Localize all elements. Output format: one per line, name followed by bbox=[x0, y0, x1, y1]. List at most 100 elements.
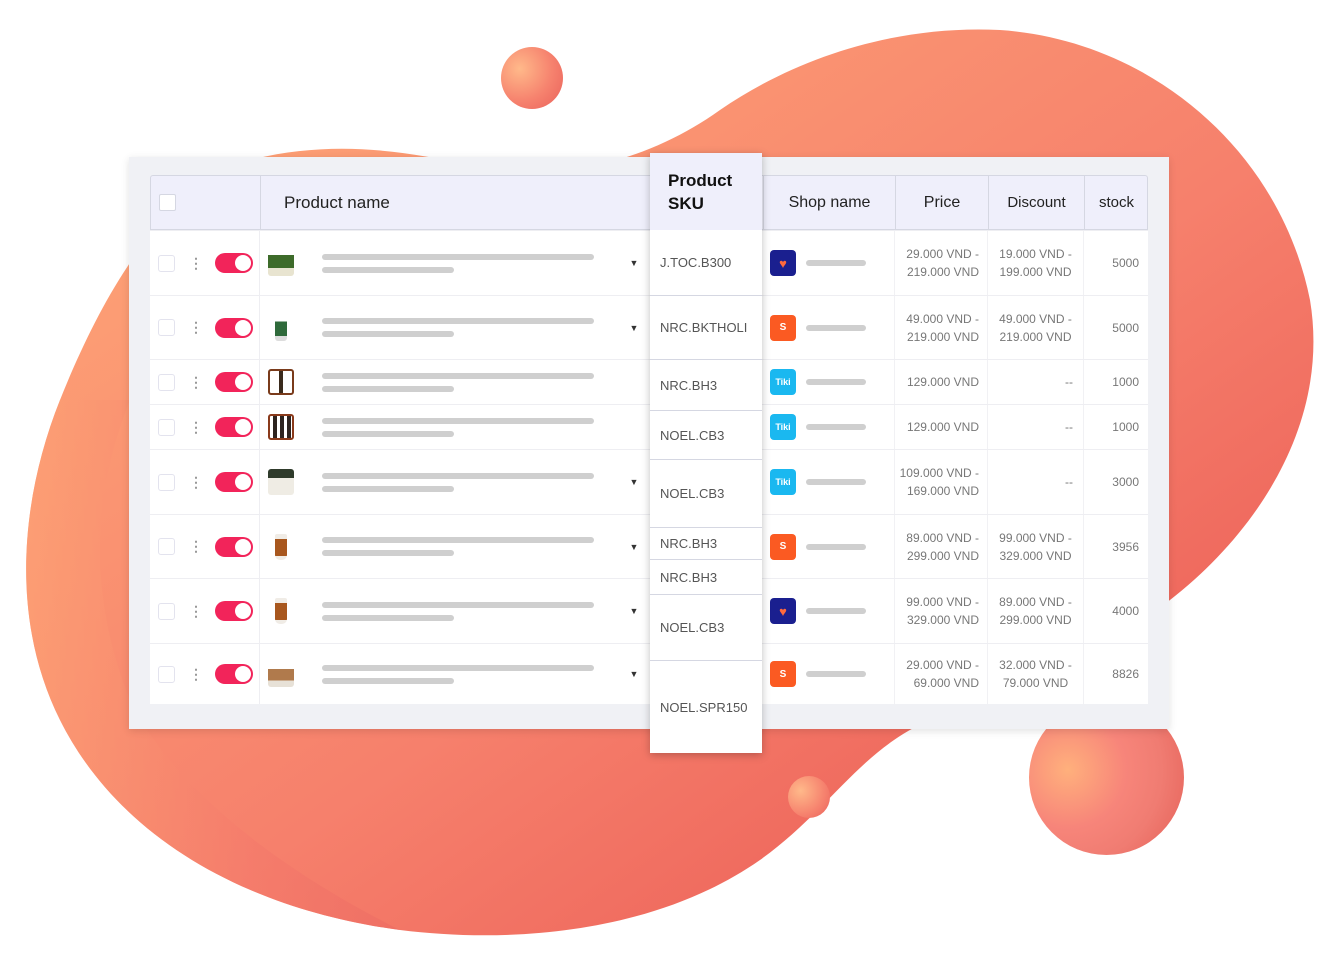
more-options-icon[interactable]: ⋮ bbox=[188, 644, 204, 704]
shopee-logo-icon: S bbox=[770, 314, 796, 341]
placeholder-line bbox=[322, 537, 594, 543]
row-checkbox[interactable] bbox=[158, 254, 175, 272]
row-checkbox[interactable] bbox=[158, 373, 175, 391]
shop-name-placeholder bbox=[806, 379, 866, 385]
enable-toggle[interactable] bbox=[215, 253, 253, 273]
shop-name-cell: S bbox=[770, 296, 894, 359]
discount-cell: 89.000 VND - 299.000 VND bbox=[987, 579, 1083, 643]
product-thumbnail-cell bbox=[266, 579, 296, 643]
discount-cell: -- bbox=[987, 450, 1083, 514]
row-checkbox[interactable] bbox=[158, 418, 175, 436]
shop-name-cell: S bbox=[770, 515, 894, 578]
sku-cell: NOEL.CB3 bbox=[650, 410, 762, 459]
price-cell: 29.000 VND - 219.000 VND bbox=[894, 231, 987, 295]
product-name-placeholder bbox=[322, 579, 597, 643]
sku-cell: NOEL.CB3 bbox=[650, 459, 762, 527]
header-stock[interactable]: stock bbox=[1084, 176, 1148, 229]
row-select-cell bbox=[158, 515, 175, 578]
more-options-icon[interactable]: ⋮ bbox=[188, 296, 204, 359]
product-thumbnail-cell bbox=[266, 644, 296, 704]
price-cell: 129.000 VND bbox=[894, 360, 987, 404]
product-thumbnail-cell bbox=[266, 450, 296, 514]
stock-cell: 1000 bbox=[1083, 360, 1147, 404]
header-discount[interactable]: Discount bbox=[988, 176, 1084, 229]
expand-caret-icon[interactable]: ▼ bbox=[628, 579, 640, 643]
more-options-icon[interactable]: ⋮ bbox=[188, 450, 204, 514]
placeholder-line bbox=[322, 430, 454, 437]
header-product-sku[interactable]: Product SKU bbox=[650, 153, 762, 230]
row-select-cell bbox=[158, 296, 175, 359]
header-product-name[interactable]: Product name bbox=[260, 176, 650, 229]
sku-cell: NRC.BH3 bbox=[650, 559, 762, 594]
product-name-placeholder bbox=[322, 405, 597, 449]
enable-toggle[interactable] bbox=[215, 601, 253, 621]
more-options-icon[interactable]: ⋮ bbox=[188, 360, 204, 404]
decorative-bubble bbox=[501, 47, 563, 109]
expand-caret-icon[interactable]: ▼ bbox=[628, 296, 640, 359]
sku-cell: NOEL.SPR150 bbox=[650, 660, 762, 753]
enable-toggle[interactable] bbox=[215, 317, 253, 338]
price-cell: 129.000 VND bbox=[894, 405, 987, 449]
product-thumbnail bbox=[275, 314, 287, 341]
toggle-cell bbox=[215, 579, 253, 643]
table-header: Product name Shop name Price Discount st… bbox=[150, 175, 1148, 230]
enable-toggle[interactable] bbox=[215, 536, 253, 557]
product-thumbnail bbox=[268, 250, 294, 276]
shop-name-cell: ♥ bbox=[770, 231, 894, 295]
row-checkbox[interactable] bbox=[158, 319, 175, 336]
header-price[interactable]: Price bbox=[895, 176, 988, 229]
sku-cell: NOEL.CB3 bbox=[650, 594, 762, 660]
expand-caret-icon[interactable]: ▼ bbox=[628, 515, 640, 578]
header-shop-name[interactable]: Shop name bbox=[763, 176, 895, 229]
product-thumbnail bbox=[268, 369, 294, 395]
sku-cell: J.TOC.B300 bbox=[660, 255, 732, 270]
shop-name-placeholder bbox=[806, 671, 866, 677]
table-body: ⋮ ▼ ♥ 29.000 VND - 219.000 VND 19.000 VND - … bbox=[150, 230, 1148, 704]
sku-cell: NRC.BH3 bbox=[650, 527, 762, 559]
placeholder-line bbox=[322, 372, 594, 379]
expand-caret-icon[interactable]: ▼ bbox=[628, 644, 640, 704]
lazada-logo-icon: ♥ bbox=[770, 250, 796, 276]
tiki-logo-icon: Tiki bbox=[770, 369, 796, 395]
expand-caret-icon[interactable]: ▼ bbox=[628, 231, 640, 295]
column-divider bbox=[259, 405, 260, 449]
more-options-icon[interactable]: ⋮ bbox=[188, 515, 204, 578]
select-all-checkbox[interactable] bbox=[159, 194, 176, 211]
product-thumbnail-cell bbox=[266, 231, 296, 295]
discount-cell: 99.000 VND - 329.000 VND bbox=[987, 515, 1083, 578]
toggle-cell bbox=[215, 296, 253, 359]
shop-name-placeholder bbox=[806, 543, 866, 550]
row-checkbox[interactable] bbox=[158, 602, 175, 620]
tiki-logo-icon: Tiki bbox=[770, 469, 796, 495]
more-options-icon[interactable]: ⋮ bbox=[188, 231, 204, 295]
enable-toggle[interactable] bbox=[215, 417, 253, 437]
table-row: ⋮ Tiki 129.000 VND -- 1000 bbox=[150, 404, 1148, 449]
column-divider bbox=[259, 450, 260, 514]
row-select-cell bbox=[158, 450, 175, 514]
enable-toggle[interactable] bbox=[215, 664, 253, 684]
placeholder-line bbox=[322, 677, 454, 684]
row-checkbox[interactable] bbox=[158, 473, 175, 491]
placeholder-line bbox=[322, 614, 454, 621]
row-checkbox[interactable] bbox=[158, 665, 175, 683]
tiki-logo-icon: Tiki bbox=[770, 414, 796, 440]
shopee-logo-icon: S bbox=[770, 533, 796, 560]
placeholder-line bbox=[322, 253, 594, 260]
row-checkbox[interactable] bbox=[158, 538, 175, 555]
row-select-cell bbox=[158, 644, 175, 704]
decorative-bubble bbox=[788, 776, 830, 818]
toggle-cell bbox=[215, 360, 253, 404]
sku-cell: NRC.BH3 bbox=[650, 359, 762, 410]
more-options-icon[interactable]: ⋮ bbox=[188, 405, 204, 449]
enable-toggle[interactable] bbox=[215, 372, 253, 392]
enable-toggle[interactable] bbox=[215, 472, 253, 492]
row-select-cell bbox=[158, 405, 175, 449]
shop-name-placeholder bbox=[806, 324, 866, 331]
product-thumbnail-cell bbox=[266, 515, 296, 578]
table-row: ⋮ ▼ ♥ 29.000 VND - 219.000 VND 19.000 VND - … bbox=[150, 230, 1148, 295]
product-thumbnail-cell bbox=[266, 296, 296, 359]
column-divider bbox=[259, 231, 260, 295]
more-options-icon[interactable]: ⋮ bbox=[188, 579, 204, 643]
table-row: ⋮ ▼ Tiki 109.000 VND - 169.000 VND -- 3000 bbox=[150, 449, 1148, 514]
expand-caret-icon[interactable]: ▼ bbox=[628, 450, 640, 514]
